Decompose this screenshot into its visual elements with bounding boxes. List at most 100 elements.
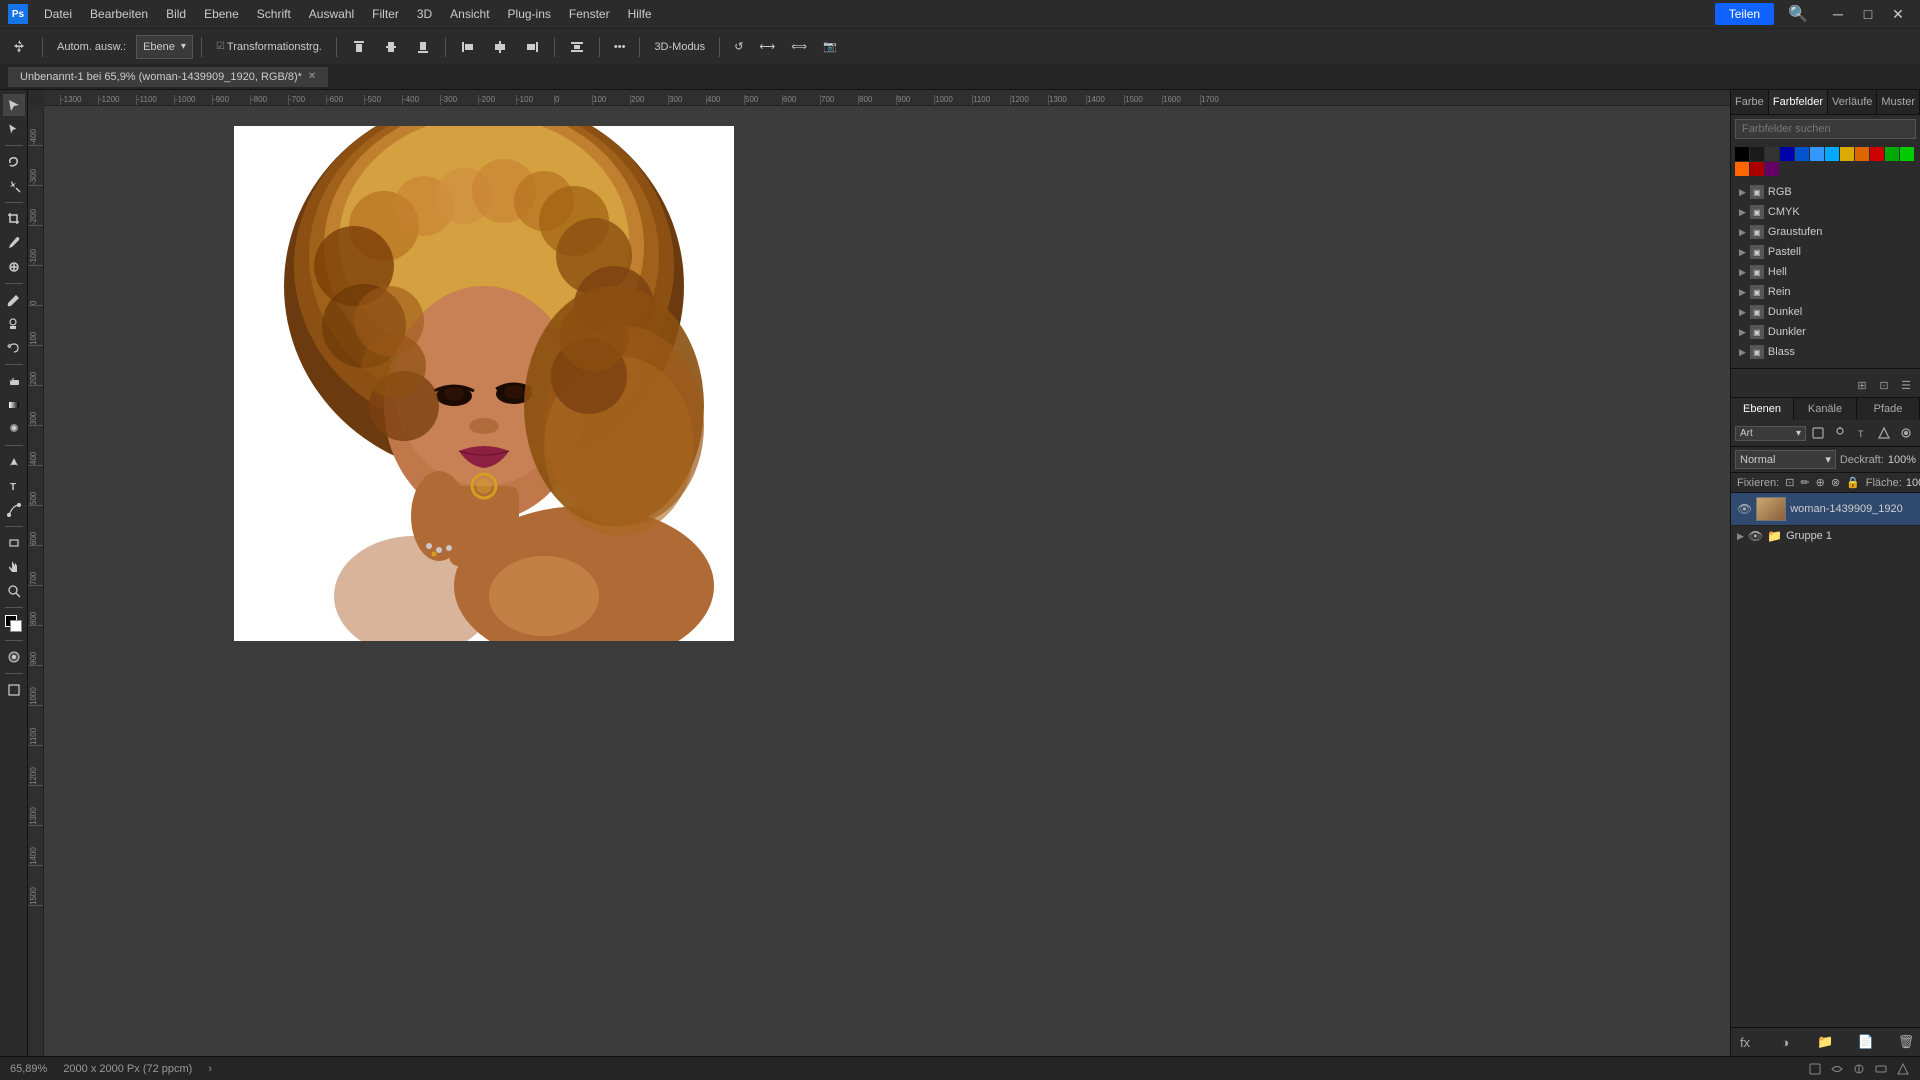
filter-pixel-btn[interactable] <box>1808 423 1828 443</box>
crop-tool[interactable] <box>3 208 25 230</box>
new-layer-btn[interactable]: 📄 <box>1856 1032 1876 1052</box>
group-visibility-icon[interactable]: 👁 <box>1748 529 1763 543</box>
layer-visibility-icon[interactable]: 👁 <box>1737 502 1752 516</box>
flip-h-btn[interactable]: ⟷ <box>753 37 781 56</box>
menu-hilfe[interactable]: Hilfe <box>620 5 660 23</box>
graustufen-group[interactable]: ▶ ▣ Graustufen <box>1731 222 1920 242</box>
shape-tool[interactable] <box>3 532 25 554</box>
close-button[interactable]: ✕ <box>1884 0 1912 28</box>
group-expand-arrow[interactable]: ▶ <box>1737 531 1744 542</box>
fix-all-icon[interactable]: 🔒 <box>1846 476 1860 489</box>
swatch-orange1[interactable] <box>1855 147 1869 161</box>
layer-group-1[interactable]: ▶ 👁 📁 Gruppe 1 <box>1731 526 1920 546</box>
menu-3d[interactable]: 3D <box>409 5 440 23</box>
blur-tool[interactable] <box>3 418 25 440</box>
fix-position-icon[interactable]: ⊕ <box>1816 476 1825 489</box>
minimize-button[interactable]: ─ <box>1824 0 1852 28</box>
add-style-btn[interactable]: fx <box>1735 1032 1755 1052</box>
swatch-orange2[interactable] <box>1735 162 1749 176</box>
menu-plugins[interactable]: Plug-ins <box>500 5 559 23</box>
status-arrow[interactable]: › <box>208 1063 212 1075</box>
magic-wand-tool[interactable] <box>3 175 25 197</box>
new-group-btn[interactable]: 📁 <box>1816 1032 1836 1052</box>
eyedropper-tool[interactable] <box>3 232 25 254</box>
swatch-lightblue[interactable] <box>1810 147 1824 161</box>
menu-schrift[interactable]: Schrift <box>249 5 299 23</box>
swatch-blue[interactable] <box>1795 147 1809 161</box>
fill-value[interactable]: 100% <box>1906 477 1920 489</box>
dunkler-group[interactable]: ▶ ▣ Dunkler <box>1731 322 1920 342</box>
stamp-tool[interactable] <box>3 313 25 335</box>
rein-group[interactable]: ▶ ▣ Rein <box>1731 282 1920 302</box>
menu-datei[interactable]: Datei <box>36 5 80 23</box>
color-search-input[interactable] <box>1735 119 1916 139</box>
more-options-btn[interactable]: ••• <box>608 38 632 56</box>
gradient-tool[interactable] <box>3 394 25 416</box>
menu-bearbeiten[interactable]: Bearbeiten <box>82 5 156 23</box>
close-tab-icon[interactable]: ✕ <box>308 71 316 82</box>
swatch-darkblue[interactable] <box>1780 147 1794 161</box>
menu-auswahl[interactable]: Auswahl <box>301 5 362 23</box>
swatch-black[interactable] <box>1735 147 1749 161</box>
align-center-btn[interactable] <box>486 36 514 58</box>
swatch-darkred[interactable] <box>1750 162 1764 176</box>
flip-v-btn[interactable]: ⟺ <box>785 37 813 56</box>
ebene-dropdown[interactable]: Ebene <box>136 35 193 59</box>
color-squares[interactable] <box>3 613 25 635</box>
share-button[interactable]: Teilen <box>1715 3 1774 25</box>
swatch-cyan1[interactable] <box>1825 147 1839 161</box>
dunkel-group[interactable]: ▶ ▣ Dunkel <box>1731 302 1920 322</box>
swatch-purple[interactable] <box>1765 162 1779 176</box>
menu-bild[interactable]: Bild <box>158 5 194 23</box>
move-tool[interactable] <box>6 36 34 58</box>
ebenen-tab[interactable]: Ebenen <box>1731 398 1794 420</box>
swatch-darkgray2[interactable] <box>1765 147 1779 161</box>
cmyk-group[interactable]: ▶ ▣ CMYK <box>1731 202 1920 222</box>
fix-artboard-icon[interactable]: ⊗ <box>1831 476 1840 489</box>
delete-layer-btn[interactable]: 🗑 <box>1896 1032 1916 1052</box>
camera-raw-btn[interactable]: 📷 <box>817 37 843 56</box>
quick-mask-tool[interactable] <box>3 646 25 668</box>
farbe-tab[interactable]: Farbe <box>1731 90 1769 114</box>
heal-tool[interactable] <box>3 256 25 278</box>
opacity-value[interactable]: 100% <box>1888 454 1916 466</box>
swatch-darkgray1[interactable] <box>1750 147 1764 161</box>
search-icon[interactable]: 🔍 <box>1782 4 1814 24</box>
align-right-btn[interactable] <box>518 36 546 58</box>
pen-tool[interactable] <box>3 451 25 473</box>
document-tab[interactable]: Unbenannt-1 bei 65,9% (woman-1439909_192… <box>8 67 329 87</box>
screen-mode-btn[interactable] <box>3 679 25 701</box>
pastell-group[interactable]: ▶ ▣ Pastell <box>1731 242 1920 262</box>
panel-large-icon[interactable]: ☰ <box>1896 375 1916 395</box>
blass-group[interactable]: ▶ ▣ Blass <box>1731 342 1920 362</box>
fix-transparency-icon[interactable]: ⊡ <box>1785 476 1794 489</box>
rgb-group[interactable]: ▶ ▣ RGB <box>1731 182 1920 202</box>
align-stretch-btn[interactable] <box>563 36 591 58</box>
path-select-tool[interactable] <box>3 499 25 521</box>
text-tool[interactable]: T <box>3 475 25 497</box>
layer-item-woman[interactable]: 👁 woman-1439909_1920 <box>1731 493 1920 526</box>
swatch-yellow1[interactable] <box>1840 147 1854 161</box>
lasso-tool[interactable] <box>3 151 25 173</box>
align-bottom-btn[interactable] <box>409 36 437 58</box>
filter-shape-btn[interactable] <box>1874 423 1894 443</box>
align-top-btn[interactable] <box>345 36 373 58</box>
hand-tool[interactable] <box>3 556 25 578</box>
history-brush-tool[interactable] <box>3 337 25 359</box>
swatch-red[interactable] <box>1870 147 1884 161</box>
fix-pixels-icon[interactable]: ✏ <box>1800 476 1809 489</box>
menu-fenster[interactable]: Fenster <box>561 5 618 23</box>
panel-medium-icon[interactable]: ⊡ <box>1874 375 1894 395</box>
swatch-brightgreen[interactable] <box>1900 147 1914 161</box>
menu-ansicht[interactable]: Ansicht <box>442 5 497 23</box>
brush-tool[interactable] <box>3 289 25 311</box>
filter-text-btn[interactable]: T <box>1852 423 1872 443</box>
add-mask-btn[interactable]: ◑ <box>1775 1032 1795 1052</box>
menu-ebene[interactable]: Ebene <box>196 5 247 23</box>
filter-smart-btn[interactable] <box>1896 423 1916 443</box>
direct-selection-tool[interactable] <box>3 118 25 140</box>
filter-type-dropdown[interactable]: Art ▾ <box>1735 426 1806 441</box>
hell-group[interactable]: ▶ ▣ Hell <box>1731 262 1920 282</box>
verlaufe-tab[interactable]: Verläufe <box>1828 90 1877 114</box>
filter-adjust-btn[interactable] <box>1830 423 1850 443</box>
